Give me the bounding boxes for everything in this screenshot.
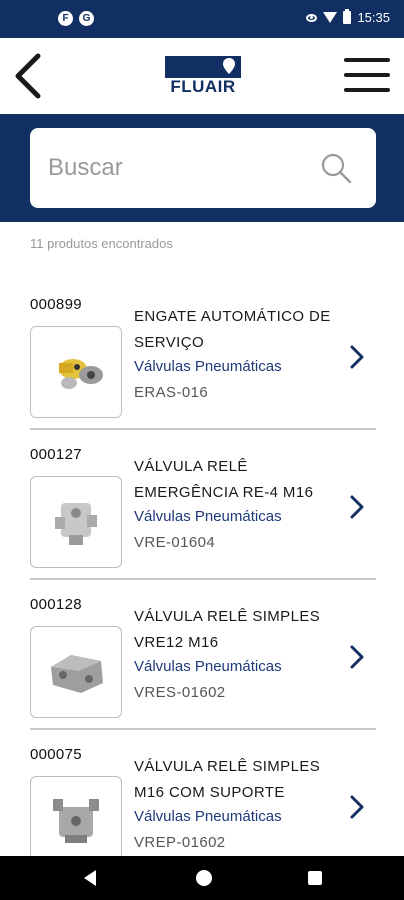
product-name: VÁLVULA RELÊ SIMPLES VRE12 M16 bbox=[134, 608, 321, 651]
back-button[interactable] bbox=[10, 52, 50, 100]
product-item[interactable]: 000128 VÁLVULA RELÊ SIMPLES VRE12 M16 Vá… bbox=[0, 580, 404, 730]
product-sku: VREP-01602 bbox=[134, 834, 226, 851]
product-name: VÁLVULA RELÊ SIMPLES M16 COM SUPORTE bbox=[134, 758, 321, 801]
status-time: 15:35 bbox=[357, 10, 390, 25]
hamburger-menu-icon bbox=[344, 58, 390, 62]
product-image bbox=[30, 626, 122, 718]
product-image bbox=[30, 476, 122, 568]
product-code: 000128 bbox=[30, 596, 82, 613]
eye-icon bbox=[306, 13, 318, 22]
menu-line bbox=[344, 88, 390, 92]
product-category: Válvulas Pneumáticas bbox=[134, 358, 282, 375]
system-nav-bar bbox=[0, 856, 404, 900]
status-bar: F G 15:35 bbox=[0, 0, 404, 38]
menu-line bbox=[344, 73, 390, 77]
product-sku: VRES-01602 bbox=[134, 684, 226, 701]
yellow-coupling-image bbox=[59, 359, 103, 389]
product-sku: ERAS-016 bbox=[134, 384, 209, 401]
fluair-logo: FLUAIR bbox=[165, 56, 241, 98]
chevron-right-icon[interactable] bbox=[346, 644, 368, 670]
logo-text: FLUAIR bbox=[170, 77, 236, 96]
product-list: 000899 ENGATE AUTOMÁTICO DE SERVIÇO Válv… bbox=[0, 280, 404, 880]
product-image bbox=[30, 776, 122, 868]
results-count: 11 produtos encontrados bbox=[30, 236, 173, 251]
wifi-icon bbox=[323, 12, 338, 23]
nav-back-icon[interactable] bbox=[84, 870, 96, 886]
silver-valve-image bbox=[55, 503, 97, 545]
logo-pin-icon bbox=[223, 58, 235, 74]
product-item[interactable]: 000127 VÁLVULA RELÊ EMERGÊNCIA RE-4 M16 … bbox=[0, 430, 404, 580]
menu-button[interactable] bbox=[344, 56, 390, 96]
search-box[interactable] bbox=[30, 128, 376, 208]
product-code: 000127 bbox=[30, 446, 82, 463]
search-band bbox=[0, 114, 404, 222]
grey-valve-image bbox=[51, 655, 103, 693]
product-category: Válvulas Pneumáticas bbox=[134, 508, 282, 525]
chevron-right-icon[interactable] bbox=[346, 494, 368, 520]
nav-recents-icon[interactable] bbox=[308, 871, 322, 885]
product-code: 000899 bbox=[30, 296, 82, 313]
search-input[interactable] bbox=[48, 148, 308, 188]
product-category: Válvulas Pneumáticas bbox=[134, 658, 282, 675]
product-sku: VRE-01604 bbox=[134, 534, 216, 551]
battery-icon bbox=[343, 9, 352, 24]
product-image bbox=[30, 326, 122, 418]
nav-home-icon[interactable] bbox=[196, 870, 212, 886]
app-header: FLUAIR bbox=[0, 38, 404, 114]
product-category: Válvulas Pneumáticas bbox=[134, 808, 282, 825]
chevron-left-icon bbox=[15, 53, 41, 99]
product-name: VÁLVULA RELÊ EMERGÊNCIA RE-4 M16 bbox=[134, 458, 314, 501]
logo-mark bbox=[165, 56, 241, 78]
product-name: ENGATE AUTOMÁTICO DE SERVIÇO bbox=[134, 308, 331, 351]
system-icons: 15:35 bbox=[306, 9, 390, 25]
chevron-right-icon[interactable] bbox=[346, 794, 368, 820]
notification-icon: F bbox=[58, 11, 73, 26]
product-code: 000075 bbox=[30, 746, 82, 763]
chevron-right-icon[interactable] bbox=[346, 344, 368, 370]
notification-icons: F G bbox=[58, 11, 94, 26]
google-icon: G bbox=[79, 11, 94, 26]
product-item[interactable]: 000899 ENGATE AUTOMÁTICO DE SERVIÇO Válv… bbox=[0, 280, 404, 430]
valve-bracket-image bbox=[53, 799, 99, 843]
search-icon[interactable] bbox=[320, 152, 352, 184]
